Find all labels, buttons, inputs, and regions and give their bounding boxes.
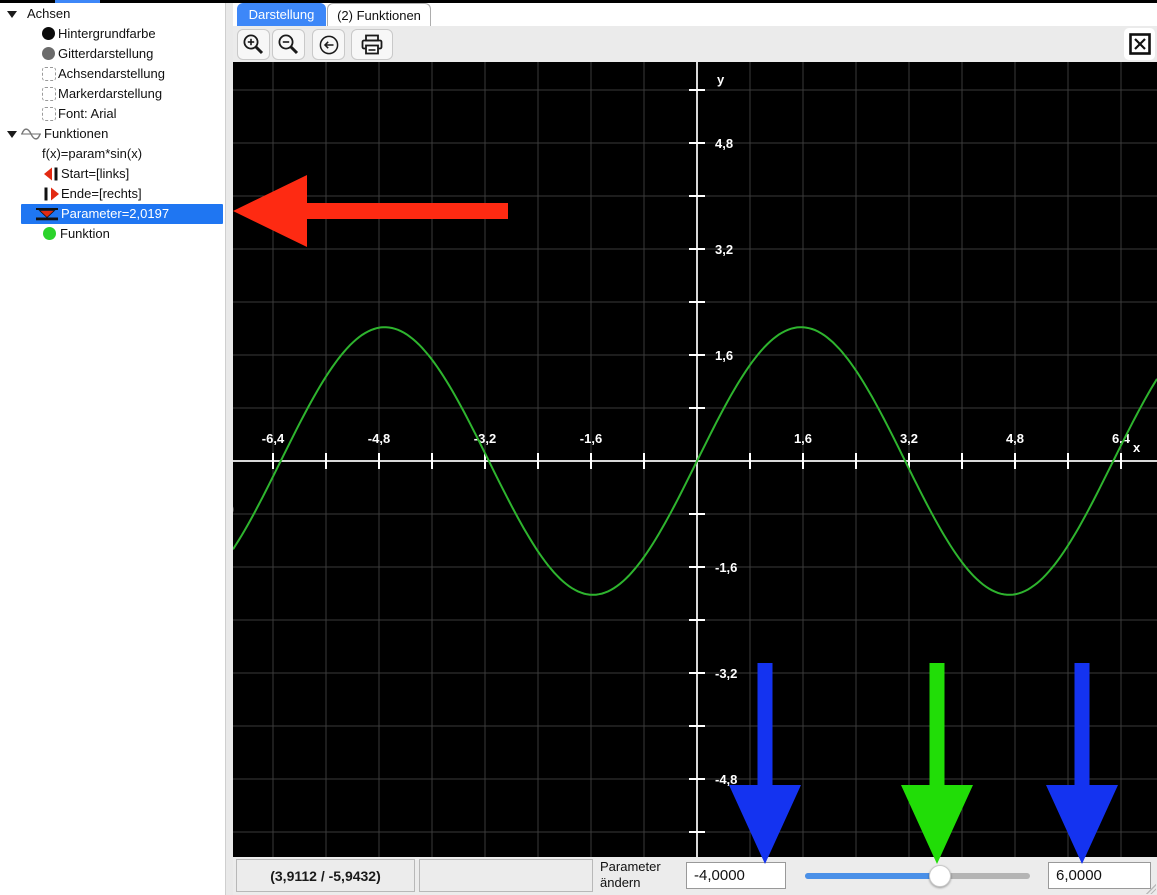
cursor-coordinates-text: (3,9112 / -5,9432) xyxy=(270,868,381,884)
disclosure-triangle-icon[interactable] xyxy=(7,131,17,138)
tab-darstellung[interactable]: Darstellung xyxy=(237,3,326,26)
tree-item-ende-rechts[interactable]: Ende=[rechts] xyxy=(0,184,225,204)
svg-text:-4,8: -4,8 xyxy=(715,772,737,787)
tree-item-label: Markerdarstellung xyxy=(58,84,162,104)
end-marker-icon xyxy=(43,187,60,201)
svg-text:1,6: 1,6 xyxy=(715,348,733,363)
tree-item-label: Ende=[rechts] xyxy=(61,184,142,204)
tree-item-f-x-param-sin-x[interactable]: f(x)=param*sin(x) xyxy=(0,144,225,164)
parameter-slider[interactable] xyxy=(805,865,1030,887)
cursor-coordinates: (3,9112 / -5,9432) xyxy=(236,859,415,892)
x-axis-label: x xyxy=(1133,440,1141,455)
svg-text:3,2: 3,2 xyxy=(715,242,733,257)
tree-item-funktionen[interactable]: Funktionen xyxy=(0,124,225,144)
window-top-strip xyxy=(0,0,1157,3)
plot-svg: -6,4-4,8-3,2-1,61,63,24,86,44,83,21,6-1,… xyxy=(233,62,1157,857)
tree-item-achsendarstellung[interactable]: Achsendarstellung xyxy=(0,64,225,84)
dashed-selection-box-icon xyxy=(42,87,56,101)
sine-icon-wrap xyxy=(21,127,41,141)
disclosure-triangle-icon[interactable] xyxy=(7,11,17,18)
parameter-slider-icon-wrap xyxy=(36,207,58,221)
tree-item-label: Funktionen xyxy=(44,124,108,144)
tree-item-label: Achsendarstellung xyxy=(58,64,165,84)
svg-text:3,2: 3,2 xyxy=(900,431,918,446)
blue-arrow-down-2 xyxy=(1046,663,1118,864)
axis-tick-labels: -6,4-4,8-3,2-1,61,63,24,86,44,83,21,6-1,… xyxy=(262,72,1141,787)
circle-green-icon xyxy=(43,227,56,240)
tree-item-parameter-2-0197[interactable]: Parameter=2,0197 xyxy=(0,204,225,224)
slider-fill xyxy=(805,873,940,879)
end-marker-icon-wrap xyxy=(43,187,60,201)
tree-item-label: f(x)=param*sin(x) xyxy=(42,144,142,164)
svg-text:1,6: 1,6 xyxy=(794,431,812,446)
close-button[interactable] xyxy=(1124,28,1155,60)
tree-item-markerdarstellung[interactable]: Markerdarstellung xyxy=(0,84,225,104)
tree-item-label: Start=[links] xyxy=(61,164,129,184)
tree-item-label: Funktion xyxy=(60,224,110,244)
tree-item-label: Hintergrundfarbe xyxy=(58,24,156,44)
tree-item-label: Gitterdarstellung xyxy=(58,44,153,64)
zoom-out-button[interactable] xyxy=(272,29,305,60)
parameter-slider-icon xyxy=(36,207,58,221)
tab-2-funktionen[interactable]: (2) Funktionen xyxy=(327,3,431,26)
printer-icon xyxy=(358,32,386,58)
tree-item-funktion[interactable]: Funktion xyxy=(0,224,225,244)
start-marker-icon xyxy=(43,167,60,181)
tree-item-label: Achsen xyxy=(27,4,70,24)
svg-text:4,8: 4,8 xyxy=(715,136,733,151)
tree-item-hintergrundfarbe[interactable]: Hintergrundfarbe xyxy=(0,24,225,44)
blue-arrow-down-1 xyxy=(729,663,801,864)
svg-text:-4,8: -4,8 xyxy=(368,431,390,446)
tree-item-font-arial[interactable]: Font: Arial xyxy=(0,104,225,124)
circle-black-icon xyxy=(42,27,55,40)
sidebar-splitter[interactable] xyxy=(225,3,233,895)
red-arrow-left xyxy=(233,175,508,247)
close-icon xyxy=(1129,33,1151,55)
svg-text:-1,6: -1,6 xyxy=(715,560,737,575)
svg-text:-6,4: -6,4 xyxy=(262,431,285,446)
status-bar-empty-section xyxy=(419,859,593,892)
print-button[interactable] xyxy=(351,29,393,60)
back-button[interactable] xyxy=(312,29,345,60)
sine-wave-icon xyxy=(21,127,41,141)
parameter-change-label: Parameter ändern xyxy=(600,859,661,891)
zoom-in-icon xyxy=(241,32,267,58)
svg-text:-1,6: -1,6 xyxy=(580,431,602,446)
tree-item-start-links[interactable]: Start=[links] xyxy=(0,164,225,184)
settings-tree-sidebar: AchsenHintergrundfarbeGitterdarstellungA… xyxy=(0,3,225,895)
tree-item-label: Parameter=2,0197 xyxy=(61,204,169,224)
parameter-max-input[interactable] xyxy=(1048,862,1151,889)
plot-canvas[interactable]: -6,4-4,8-3,2-1,61,63,24,86,44,83,21,6-1,… xyxy=(233,62,1157,857)
tab-bar: Darstellung(2) Funktionen xyxy=(233,3,1157,26)
circle-gray-icon xyxy=(42,47,55,60)
zoom-out-icon xyxy=(276,32,302,58)
dashed-selection-box-icon xyxy=(42,107,56,121)
function-plotter-window: AchsenHintergrundfarbeGitterdarstellungA… xyxy=(0,0,1157,895)
tree-item-label: Font: Arial xyxy=(58,104,117,124)
tree-item-gitterdarstellung[interactable]: Gitterdarstellung xyxy=(0,44,225,64)
zoom-in-button[interactable] xyxy=(237,29,270,60)
y-axis-label: y xyxy=(717,72,725,87)
parameter-min-input[interactable] xyxy=(686,862,786,889)
status-bar: (3,9112 / -5,9432) Parameter ändern xyxy=(233,857,1157,895)
tree-item-achsen[interactable]: Achsen xyxy=(0,4,225,24)
toolbar xyxy=(233,26,1157,62)
back-arrow-icon xyxy=(316,32,342,58)
svg-text:4,8: 4,8 xyxy=(1006,431,1024,446)
svg-text:-3,2: -3,2 xyxy=(715,666,737,681)
resize-grip-icon[interactable] xyxy=(1146,884,1156,894)
start-marker-icon-wrap xyxy=(43,167,60,181)
grid-lines xyxy=(233,62,1157,857)
main-panel: Darstellung(2) Funktionen -6,4 -4,8 -3,2 -1… xyxy=(233,3,1157,895)
slider-thumb[interactable] xyxy=(929,865,951,887)
window-top-strip-accent xyxy=(55,0,100,3)
dashed-selection-box-icon xyxy=(42,67,56,81)
